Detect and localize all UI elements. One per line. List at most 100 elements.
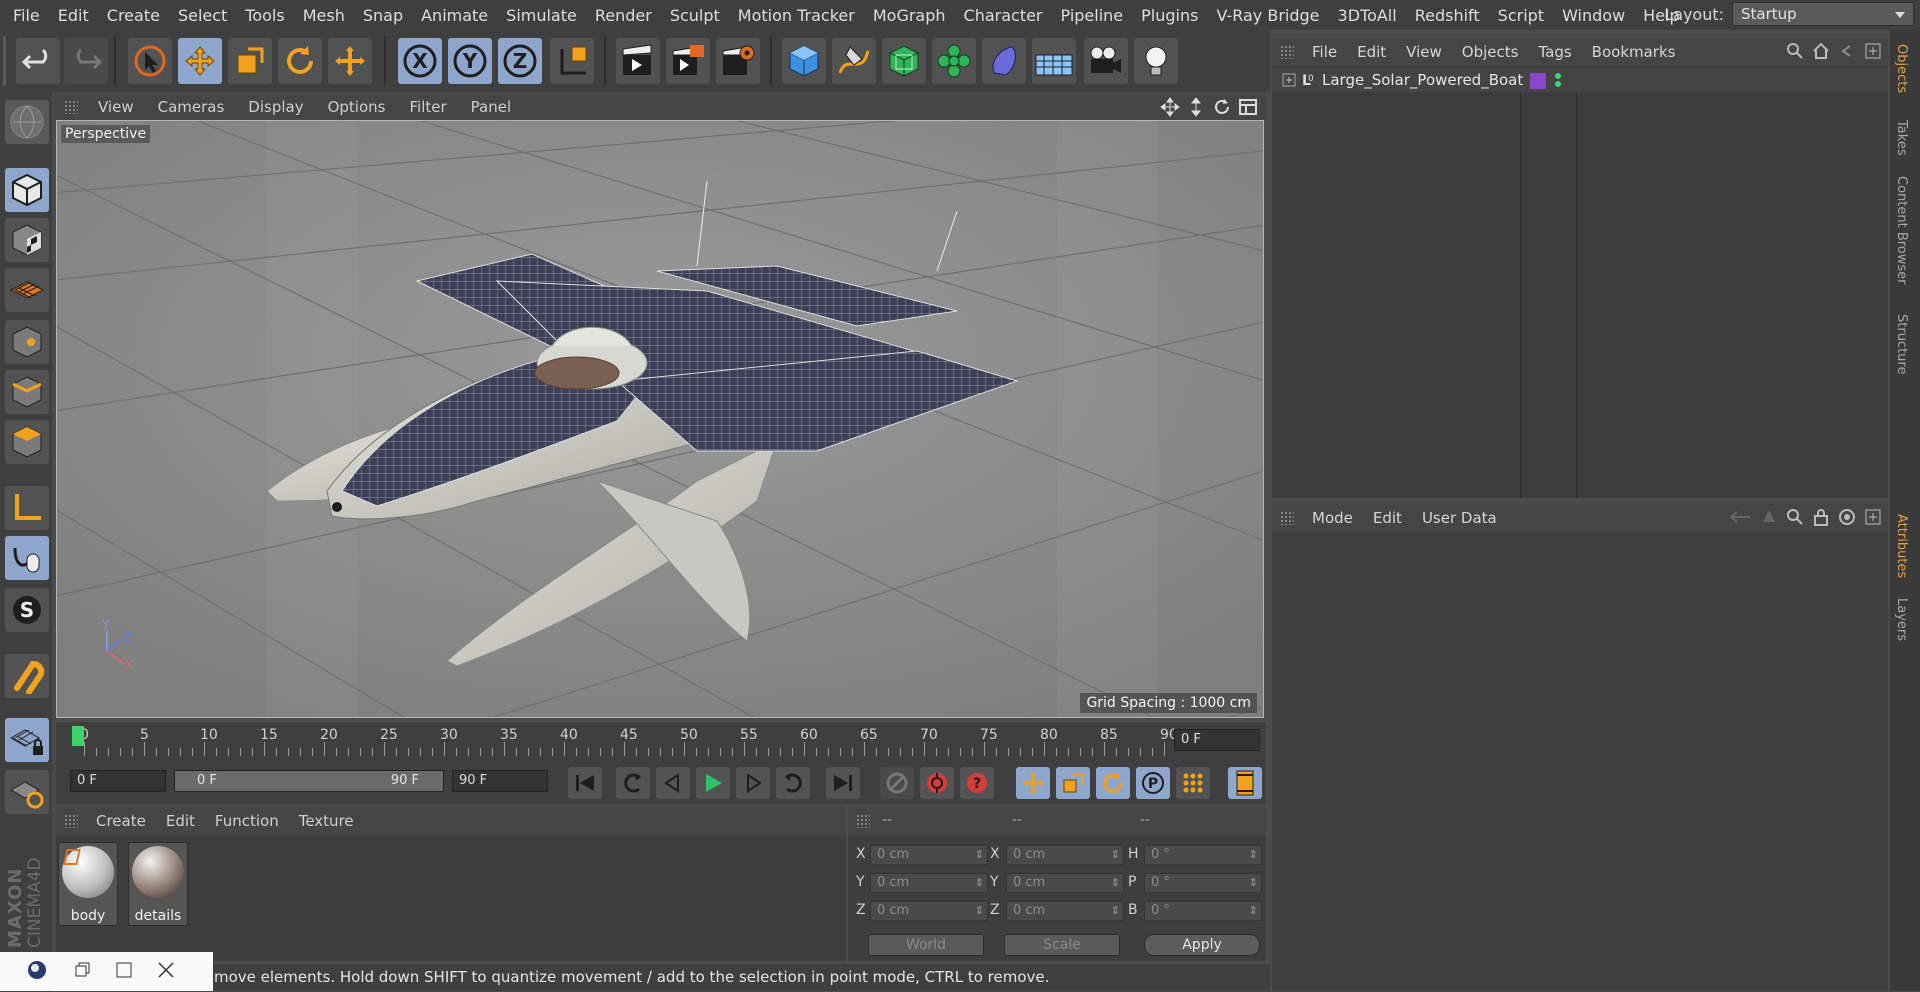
render-to-picture-viewer-icon[interactable]	[666, 38, 710, 84]
size-z-field[interactable]: 0 cm	[1006, 901, 1124, 921]
material-swatch-details[interactable]: details	[128, 842, 188, 926]
cloner-icon[interactable]	[932, 38, 976, 84]
workplane-mode-icon[interactable]	[5, 268, 49, 312]
menu-character[interactable]: Character	[955, 6, 1052, 25]
search-icon[interactable]	[1786, 42, 1804, 64]
layout-dropdown[interactable]: Startup	[1732, 2, 1914, 26]
previous-key-icon[interactable]	[616, 767, 650, 799]
start-frame-field[interactable]: 0 F	[70, 770, 166, 792]
position-z-field[interactable]: 0 cm	[870, 901, 988, 921]
menu-render[interactable]: Render	[586, 6, 661, 25]
material-menu-function[interactable]: Function	[205, 812, 289, 830]
tab-layers[interactable]: Layers	[1894, 598, 1909, 641]
object-menu-file[interactable]: File	[1302, 43, 1347, 61]
play-icon[interactable]	[696, 767, 730, 799]
points-mode-icon[interactable]	[5, 320, 49, 364]
viewport-maximize-icon[interactable]	[1238, 97, 1258, 121]
visibility-toggle-icon[interactable]	[1554, 71, 1562, 93]
size-x-field[interactable]: 0 cm	[1006, 845, 1124, 865]
edges-mode-icon[interactable]	[5, 370, 49, 414]
menu-animate[interactable]: Animate	[412, 6, 497, 25]
menu-file[interactable]: File	[4, 6, 49, 25]
render-view-icon[interactable]	[616, 38, 660, 84]
object-menu-view[interactable]: View	[1396, 43, 1452, 61]
viewport-menu-options[interactable]: Options	[316, 98, 398, 116]
coordinate-system-icon[interactable]	[550, 38, 594, 84]
panel-grip-icon[interactable]	[64, 100, 78, 114]
menu-snap[interactable]: Snap	[354, 6, 412, 25]
cinema4d-app-icon[interactable]	[26, 959, 48, 985]
camera-icon[interactable]	[1084, 38, 1128, 84]
redo-icon[interactable]	[64, 38, 108, 84]
close-icon[interactable]	[158, 961, 174, 982]
viewport-menu-view[interactable]: View	[86, 98, 146, 116]
menu-vray-bridge[interactable]: V-Ray Bridge	[1207, 6, 1328, 25]
scale-icon[interactable]	[228, 38, 272, 84]
polygons-mode-icon[interactable]	[5, 420, 49, 464]
goto-start-icon[interactable]	[568, 767, 602, 799]
panel-grip-icon[interactable]	[64, 814, 78, 828]
menu-select[interactable]: Select	[169, 6, 236, 25]
undo-icon[interactable]	[16, 38, 60, 84]
panel-grip-icon[interactable]	[856, 814, 870, 828]
axis-mode-icon[interactable]	[5, 486, 49, 530]
autokey-icon[interactable]	[920, 767, 954, 799]
frame-range-slider[interactable]: 0 F 90 F	[174, 770, 444, 792]
perspective-viewport[interactable]: Y X Z Perspective Grid Spacing : 1000 cm	[56, 120, 1264, 718]
x-axis-lock-icon[interactable]: X	[398, 38, 442, 84]
move-icon[interactable]	[178, 38, 222, 84]
new-panel-icon[interactable]	[1864, 508, 1882, 530]
attribute-menu-user-data[interactable]: User Data	[1412, 509, 1507, 527]
model-mode-icon[interactable]	[5, 168, 49, 212]
menu-edit[interactable]: Edit	[49, 6, 98, 25]
timeline-window-icon[interactable]	[1228, 767, 1262, 799]
new-panel-icon[interactable]	[1864, 42, 1882, 64]
viewport-menu-filter[interactable]: Filter	[397, 98, 458, 116]
goto-end-icon[interactable]	[826, 767, 860, 799]
search-icon[interactable]	[1786, 508, 1804, 530]
menu-mograph[interactable]: MoGraph	[864, 6, 955, 25]
material-menu-create[interactable]: Create	[86, 812, 156, 830]
maximize-icon[interactable]	[116, 962, 132, 982]
next-key-icon[interactable]	[776, 767, 810, 799]
back-icon[interactable]	[1838, 42, 1856, 64]
tab-attributes[interactable]: Attributes	[1894, 514, 1909, 578]
viewport-rotate-icon[interactable]	[1212, 97, 1232, 121]
menu-sculpt[interactable]: Sculpt	[661, 6, 729, 25]
menu-create[interactable]: Create	[98, 6, 169, 25]
object-name[interactable]: Large_Solar_Powered_Boat	[1322, 71, 1523, 89]
key-pla-icon[interactable]	[1176, 767, 1210, 799]
key-rotation-icon[interactable]	[1096, 767, 1130, 799]
live-selection-icon[interactable]	[128, 38, 172, 84]
key-scale-icon[interactable]	[1056, 767, 1090, 799]
viewport-menu-display[interactable]: Display	[236, 98, 315, 116]
back-arrow-icon[interactable]	[1728, 508, 1752, 530]
pen-spline-icon[interactable]	[832, 38, 876, 84]
position-y-field[interactable]: 0 cm	[870, 873, 988, 893]
menu-mesh[interactable]: Mesh	[294, 6, 354, 25]
tab-content-browser[interactable]: Content Browser	[1894, 176, 1909, 285]
menu-window[interactable]: Window	[1553, 6, 1634, 25]
recent-tool-icon[interactable]	[328, 38, 372, 84]
list-item[interactable]: L0 Large_Solar_Powered_Boat	[1272, 68, 1888, 92]
deformer-icon[interactable]	[982, 38, 1026, 84]
object-menu-bookmarks[interactable]: Bookmarks	[1582, 43, 1686, 61]
rotation-h-field[interactable]: 0 °	[1144, 845, 1262, 865]
y-axis-lock-icon[interactable]: Y	[448, 38, 492, 84]
panel-grip-icon[interactable]	[1280, 511, 1294, 525]
rotation-b-field[interactable]: 0 °	[1144, 901, 1262, 921]
layer-color-swatch[interactable]	[1530, 73, 1546, 89]
record-disabled-icon[interactable]	[880, 767, 914, 799]
rotation-p-field[interactable]: 0 °	[1144, 873, 1262, 893]
viewport-menu-panel[interactable]: Panel	[459, 98, 523, 116]
end-frame-field[interactable]: 90 F	[452, 770, 548, 792]
menu-3dtoall[interactable]: 3DToAll	[1329, 6, 1406, 25]
render-settings-icon[interactable]	[716, 38, 760, 84]
target-icon[interactable]	[1838, 508, 1856, 530]
light-icon[interactable]	[1134, 38, 1178, 84]
keyframe-selection-icon[interactable]: ?	[960, 767, 994, 799]
key-parameter-icon[interactable]: P	[1136, 767, 1170, 799]
menu-script[interactable]: Script	[1489, 6, 1553, 25]
rotate-icon[interactable]	[278, 38, 322, 84]
object-menu-objects[interactable]: Objects	[1452, 43, 1529, 61]
